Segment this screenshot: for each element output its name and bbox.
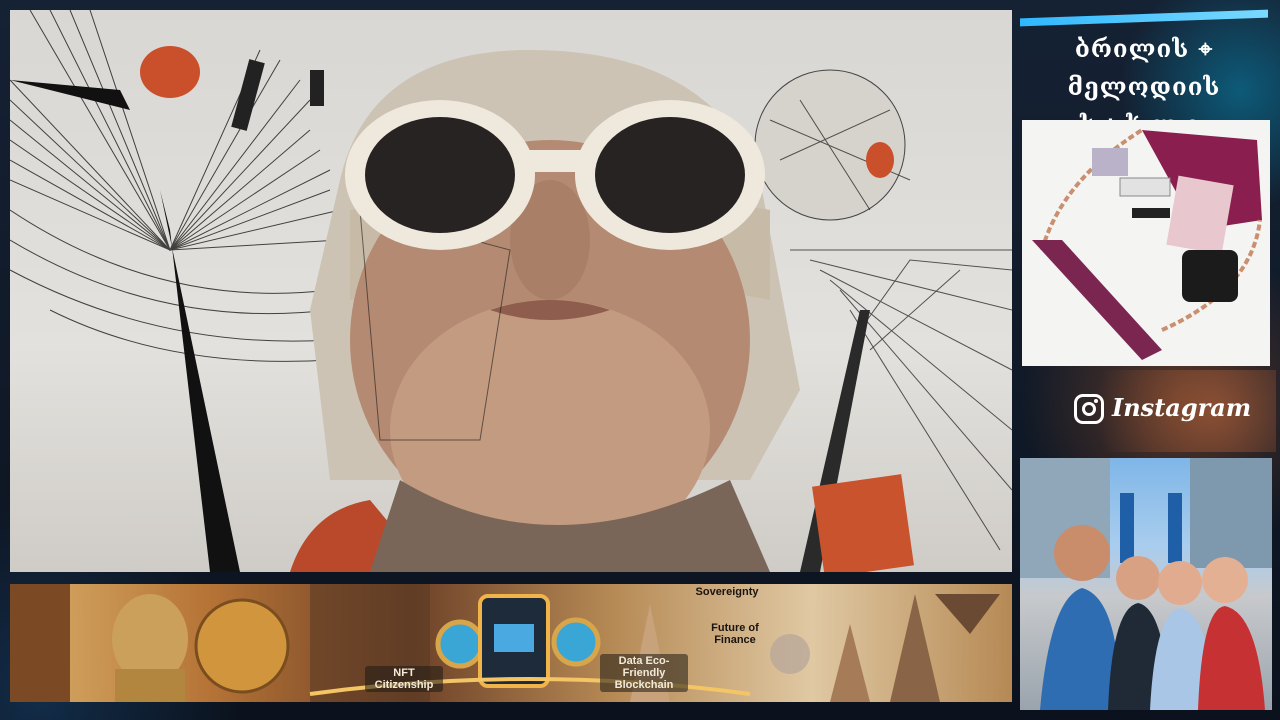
- banner-label-future-finance: Future of Finance: [711, 622, 759, 646]
- lower-banner-artwork: Sovereignty Future of Finance NFT Citize…: [10, 584, 1012, 702]
- main-video-artwork: [10, 10, 1012, 572]
- handbag-illustration: [1032, 128, 1262, 360]
- banner-illustration: [10, 584, 1000, 702]
- main-video-feed: [10, 10, 1012, 572]
- instagram-label: Instagram: [1112, 393, 1252, 422]
- instagram-icon: [1074, 394, 1104, 424]
- brand-title-line1: ბრილის ⌖ მელოდიის: [1067, 34, 1221, 101]
- selfie-illustration: [1020, 458, 1272, 710]
- product-photo-handbag: [1022, 120, 1270, 366]
- selfie-photo-conference: [1020, 458, 1272, 710]
- banner-label-nft-citizenship: NFT Citizenship: [365, 666, 443, 692]
- banner-label-data-blockchain: Data Eco-Friendly Blockchain: [600, 654, 688, 692]
- banner-label-sovereignty: Sovereignty: [695, 586, 759, 598]
